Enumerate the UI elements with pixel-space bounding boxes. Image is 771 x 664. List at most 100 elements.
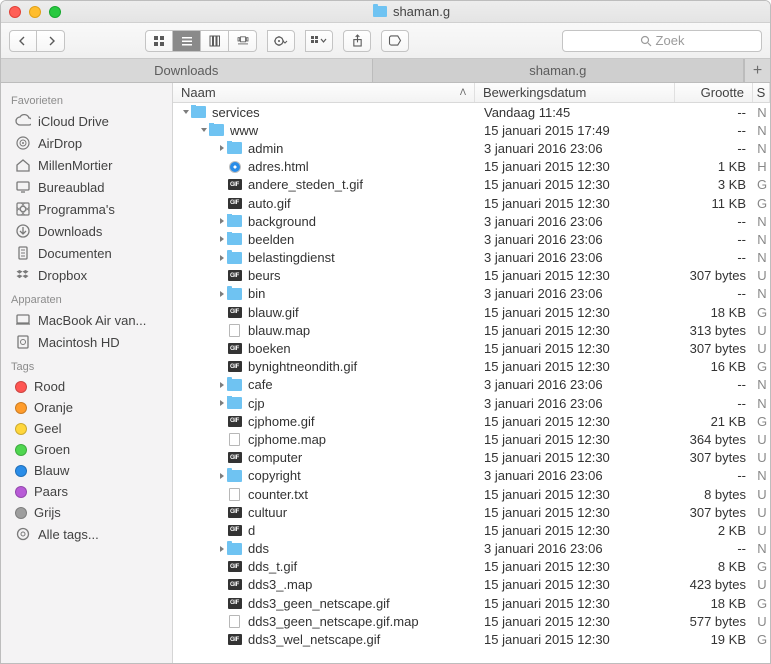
table-row[interactable]: GIFbynightneondith.gif15 januari 2015 12…: [173, 358, 770, 376]
table-row[interactable]: GIFcultuur15 januari 2015 12:30307 bytes…: [173, 503, 770, 521]
table-row[interactable]: GIFblauw.gif15 januari 2015 12:3018 KBG: [173, 303, 770, 321]
sidebar-item-cloud[interactable]: iCloud Drive: [1, 110, 172, 132]
view-list-button[interactable]: [173, 30, 201, 52]
table-row[interactable]: cafe3 januari 2016 23:06--N: [173, 376, 770, 394]
sidebar-tag[interactable]: Blauw: [1, 460, 172, 481]
sidebar-tag[interactable]: Oranje: [1, 397, 172, 418]
table-row[interactable]: GIFdds3_.map15 januari 2015 12:30423 byt…: [173, 576, 770, 594]
table-row[interactable]: GIFdds3_geen_netscape.gif15 januari 2015…: [173, 594, 770, 612]
share-button[interactable]: [343, 30, 371, 52]
sidebar-tag[interactable]: Grijs: [1, 502, 172, 523]
tab-label: Downloads: [154, 63, 218, 78]
sidebar-tag[interactable]: Rood: [1, 376, 172, 397]
sidebar-item-airdrop[interactable]: AirDrop: [1, 132, 172, 154]
table-row[interactable]: beelden3 januari 2016 23:06--N: [173, 230, 770, 248]
table-row[interactable]: GIFboeken15 januari 2015 12:30307 bytesU: [173, 339, 770, 357]
sidebar-item-label: Oranje: [34, 400, 73, 415]
table-row[interactable]: www15 januari 2015 17:49--N: [173, 121, 770, 139]
table-row[interactable]: GIFdds3_wel_netscape.gif15 januari 2015 …: [173, 630, 770, 648]
new-tab-button[interactable]: +: [744, 59, 770, 82]
disclosure-triangle-icon[interactable]: [217, 471, 227, 481]
tab-downloads[interactable]: Downloads: [1, 59, 373, 82]
column-date[interactable]: Bewerkingsdatum: [475, 83, 675, 102]
forward-button[interactable]: [37, 30, 65, 52]
table-row[interactable]: blauw.map15 januari 2015 12:30313 bytesU: [173, 321, 770, 339]
file-name: beurs: [248, 268, 281, 283]
folder-icon: [227, 379, 242, 391]
sidebar-tag[interactable]: Geel: [1, 418, 172, 439]
sidebar-tag[interactable]: Paars: [1, 481, 172, 502]
sidebar-tag[interactable]: Alle tags...: [1, 523, 172, 545]
sidebar-item-home[interactable]: MillenMortier: [1, 154, 172, 176]
search-icon: [640, 35, 652, 47]
disclosure-triangle-icon[interactable]: [217, 380, 227, 390]
sidebar-item-desktop[interactable]: Bureaublad: [1, 176, 172, 198]
table-row[interactable]: background3 januari 2016 23:06--N: [173, 212, 770, 230]
minimize-button[interactable]: [29, 6, 41, 18]
table-row[interactable]: belastingdienst3 januari 2016 23:06--N: [173, 249, 770, 267]
table-row[interactable]: dds3 januari 2016 23:06--N: [173, 540, 770, 558]
file-name: dds: [248, 541, 269, 556]
table-row[interactable]: copyright3 januari 2016 23:06--N: [173, 467, 770, 485]
view-icons-button[interactable]: [145, 30, 173, 52]
disclosure-triangle-icon[interactable]: [217, 253, 227, 263]
disclosure-triangle-icon[interactable]: [217, 234, 227, 244]
file-size: --: [676, 105, 754, 120]
column-extra[interactable]: S: [753, 83, 770, 102]
apps-icon: [15, 201, 31, 217]
table-row[interactable]: GIFd15 januari 2015 12:302 KBU: [173, 521, 770, 539]
table-row[interactable]: adres.html15 januari 2015 12:301 KBH: [173, 158, 770, 176]
table-row[interactable]: servicesVandaag 11:45--N: [173, 103, 770, 121]
sidebar-item-mac[interactable]: MacBook Air van...: [1, 309, 172, 331]
file-size: 1 KB: [676, 159, 754, 174]
search-field[interactable]: Zoek: [562, 30, 762, 52]
sidebar-item-apps[interactable]: Programma's: [1, 198, 172, 220]
sidebar-item-download[interactable]: Downloads: [1, 220, 172, 242]
sidebar-item-label: Macintosh HD: [38, 335, 120, 350]
tags-button[interactable]: [381, 30, 409, 52]
zoom-button[interactable]: [49, 6, 61, 18]
table-row[interactable]: GIFandere_steden_t.gif15 januari 2015 12…: [173, 176, 770, 194]
disclosure-triangle-icon[interactable]: [217, 544, 227, 554]
file-extra: G: [754, 177, 770, 192]
close-button[interactable]: [9, 6, 21, 18]
arrange-button[interactable]: [267, 30, 295, 52]
back-button[interactable]: [9, 30, 37, 52]
disclosure-spacer: [217, 635, 227, 645]
table-row[interactable]: GIFcjphome.gif15 januari 2015 12:3021 KB…: [173, 412, 770, 430]
table-row[interactable]: GIFbeurs15 januari 2015 12:30307 bytesU: [173, 267, 770, 285]
file-date: 3 januari 2016 23:06: [476, 377, 676, 392]
file-size: --: [676, 141, 754, 156]
table-row[interactable]: cjphome.map15 januari 2015 12:30364 byte…: [173, 430, 770, 448]
disclosure-triangle-icon[interactable]: [199, 125, 209, 135]
groupby-button[interactable]: [305, 30, 333, 52]
table-row[interactable]: admin3 januari 2016 23:06--N: [173, 139, 770, 157]
table-row[interactable]: cjp3 januari 2016 23:06--N: [173, 394, 770, 412]
disclosure-triangle-icon[interactable]: [217, 398, 227, 408]
disclosure-triangle-icon[interactable]: [217, 216, 227, 226]
disclosure-spacer: [217, 271, 227, 281]
disclosure-triangle-icon[interactable]: [217, 143, 227, 153]
sidebar-item-disk[interactable]: Macintosh HD: [1, 331, 172, 353]
table-row[interactable]: GIFcomputer15 januari 2015 12:30307 byte…: [173, 449, 770, 467]
tab-shaman[interactable]: shaman.g: [373, 59, 745, 82]
sidebar-tag[interactable]: Groen: [1, 439, 172, 460]
column-name[interactable]: Naam ᐱ: [173, 83, 475, 102]
view-buttons: [145, 30, 257, 52]
table-row[interactable]: bin3 januari 2016 23:06--N: [173, 285, 770, 303]
tabs-bar: Downloads shaman.g +: [1, 59, 770, 83]
column-size[interactable]: Grootte: [675, 83, 753, 102]
table-row[interactable]: dds3_geen_netscape.gif.map15 januari 201…: [173, 612, 770, 630]
sidebar-item-label: AirDrop: [38, 136, 82, 151]
table-row[interactable]: counter.txt15 januari 2015 12:308 bytesU: [173, 485, 770, 503]
table-row[interactable]: GIFauto.gif15 januari 2015 12:3011 KBG: [173, 194, 770, 212]
column-size-label: Grootte: [701, 85, 744, 100]
table-row[interactable]: GIFdds_t.gif15 januari 2015 12:308 KBG: [173, 558, 770, 576]
view-columns-button[interactable]: [201, 30, 229, 52]
sidebar-item-doc[interactable]: Documenten: [1, 242, 172, 264]
disclosure-triangle-icon[interactable]: [181, 107, 191, 117]
sidebar-item-dropbox[interactable]: Dropbox: [1, 264, 172, 286]
disclosure-triangle-icon[interactable]: [217, 289, 227, 299]
view-coverflow-button[interactable]: [229, 30, 257, 52]
file-name: cultuur: [248, 505, 287, 520]
